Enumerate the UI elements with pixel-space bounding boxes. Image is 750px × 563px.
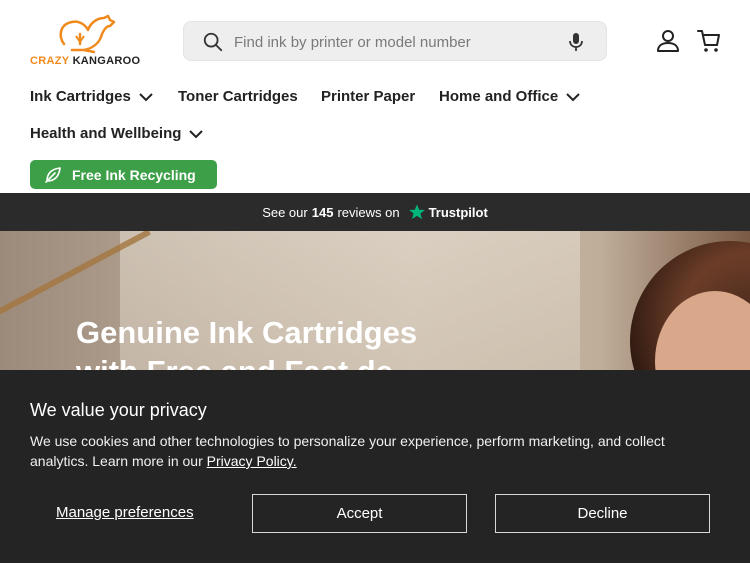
hero-subtitle: with Free and Fast de xyxy=(76,354,393,371)
manage-preferences-button[interactable]: Manage preferences xyxy=(56,504,194,521)
chevron-down-icon xyxy=(139,92,153,101)
trust-suffix: reviews on xyxy=(337,204,400,220)
cart-icon[interactable] xyxy=(696,28,722,54)
nav-item-toner-cartridges[interactable]: Toner Cartridges xyxy=(178,88,298,105)
logo[interactable]: CRAZY KANGAROO xyxy=(30,14,148,70)
microphone-icon[interactable] xyxy=(566,31,586,53)
chevron-down-icon xyxy=(189,129,204,138)
review-count: 145 xyxy=(311,204,334,220)
nav-item-label: Home and Office xyxy=(439,88,559,105)
nav-item-label: Health and Wellbeing xyxy=(30,125,182,142)
cookie-title: We value your privacy xyxy=(30,400,207,420)
nav-item-label: Printer Paper xyxy=(321,88,416,105)
logo-word-crazy: CRAZY xyxy=(30,55,70,67)
leaf-icon xyxy=(45,166,61,183)
site-header: CRAZY KANGAROO Ink Cartridges Toner Cart… xyxy=(0,0,750,193)
nav-item-health-and-wellbeing[interactable]: Health and Wellbeing xyxy=(30,125,204,142)
hero-banner: Genuine Ink Cartridges with Free and Fas… xyxy=(0,231,750,371)
kangaroo-logo-icon xyxy=(59,14,116,54)
trust-prefix: See our xyxy=(262,204,308,220)
search-icon[interactable] xyxy=(202,31,224,53)
free-ink-recycling-button[interactable]: Free Ink Recycling xyxy=(30,160,217,189)
accept-button[interactable]: Accept xyxy=(252,494,467,533)
account-icon[interactable] xyxy=(655,28,681,54)
nav-item-printer-paper[interactable]: Printer Paper xyxy=(321,88,415,105)
privacy-policy-link[interactable]: Privacy Policy. xyxy=(207,453,297,469)
cookie-banner: We value your privacy We use cookies and… xyxy=(0,370,750,563)
chevron-down-icon xyxy=(566,92,580,101)
logo-text: CRAZY KANGAROO xyxy=(30,55,140,67)
nav-item-home-and-office[interactable]: Home and Office xyxy=(439,88,580,105)
recycle-label: Free Ink Recycling xyxy=(72,166,196,183)
trustpilot-logo: Trustpilot xyxy=(408,203,488,221)
nav-item-label: Toner Cartridges xyxy=(178,88,298,105)
trustpilot-label: Trustpilot xyxy=(428,204,488,220)
cookie-text: We use cookies and other technologies to… xyxy=(30,431,710,471)
nav-item-ink-cartridges[interactable]: Ink Cartridges xyxy=(30,88,153,105)
decline-button[interactable]: Decline xyxy=(495,494,710,533)
star-icon xyxy=(408,204,425,220)
hero-title: Genuine Ink Cartridges xyxy=(76,315,418,350)
cookie-body: We use cookies and other technologies to… xyxy=(30,433,665,469)
trustpilot-bar[interactable]: See our 145 reviews on Trustpilot xyxy=(0,193,750,231)
search-bar[interactable] xyxy=(183,21,607,61)
nav-item-label: Ink Cartridges xyxy=(30,88,131,105)
search-input[interactable] xyxy=(234,30,554,54)
logo-word-kangaroo: KANGAROO xyxy=(72,55,141,67)
